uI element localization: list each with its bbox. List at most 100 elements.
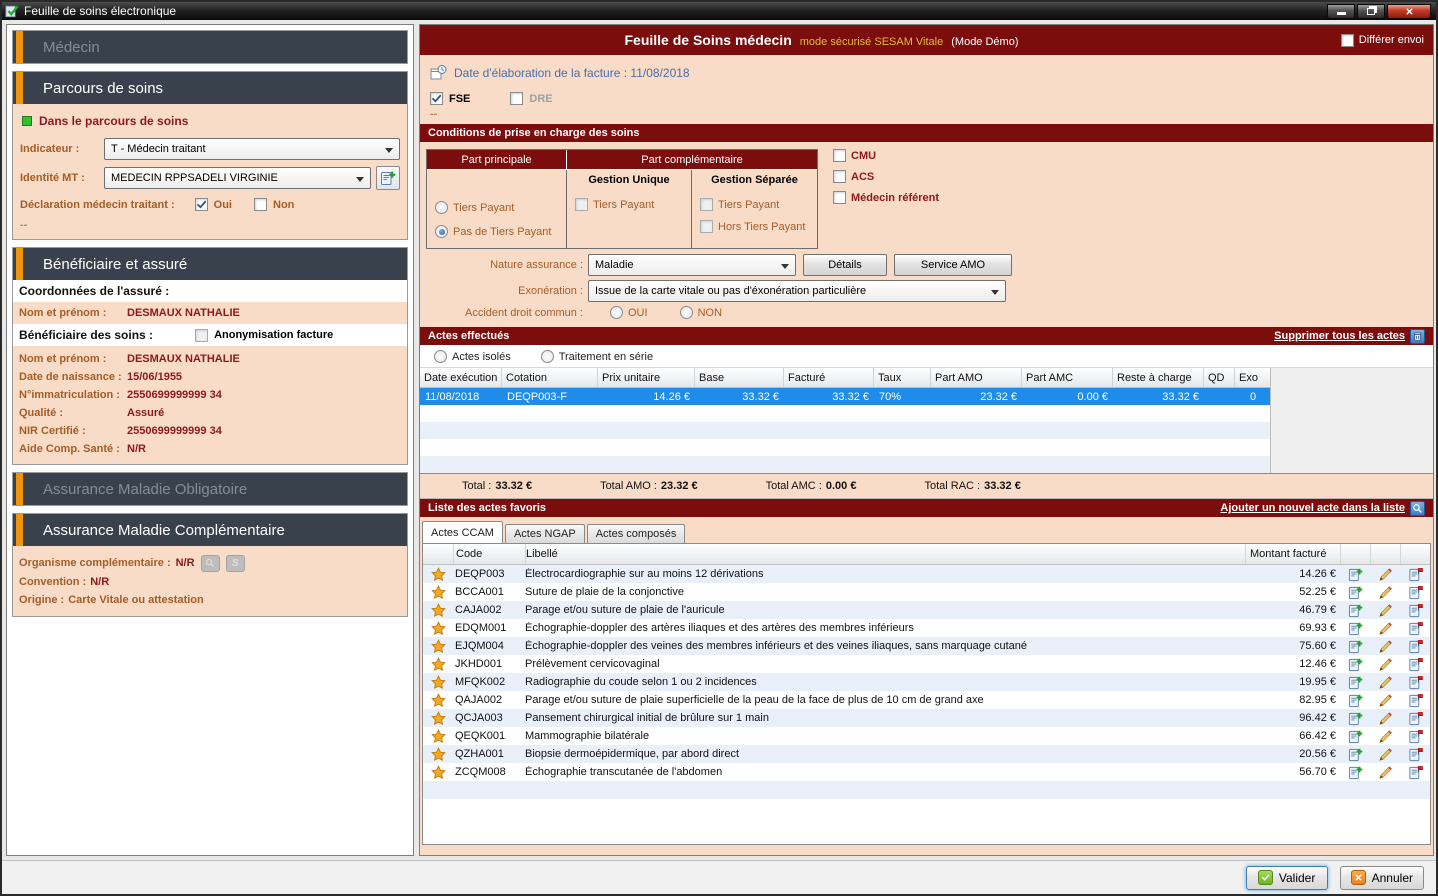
favoris-row[interactable]: EJQM004 Échographie-doppler des veines d… [423, 637, 1430, 655]
add-act-button[interactable] [1340, 747, 1370, 762]
add-act-button[interactable] [1340, 765, 1370, 780]
edit-act-button[interactable] [1370, 675, 1400, 690]
tab-actes-ccam[interactable]: Actes CCAM [422, 521, 503, 543]
flag-act-button[interactable] [1400, 765, 1430, 780]
gu-tiers-payant-checkbox[interactable] [575, 198, 588, 211]
declaration-non-checkbox[interactable] [254, 198, 267, 211]
add-act-button[interactable] [1340, 567, 1370, 582]
col-qd[interactable]: QD [1204, 368, 1235, 387]
favorite-star[interactable] [423, 567, 453, 582]
add-act-button[interactable] [1340, 621, 1370, 636]
add-act-button[interactable] [1340, 729, 1370, 744]
col-code[interactable]: Code [453, 544, 525, 564]
edit-act-button[interactable] [1370, 711, 1400, 726]
favoris-row[interactable]: JKHD001 Prélèvement cervicovaginal 12.46… [423, 655, 1430, 673]
tiers-payant-radio[interactable] [435, 201, 448, 214]
favorite-star[interactable] [423, 639, 453, 654]
add-act-button[interactable] [1340, 711, 1370, 726]
favorite-star[interactable] [423, 711, 453, 726]
differer-envoi-checkbox[interactable] [1341, 34, 1354, 47]
edit-act-button[interactable] [1370, 765, 1400, 780]
favorite-star[interactable] [423, 729, 453, 744]
traitement-serie-radio[interactable] [541, 350, 554, 363]
details-button[interactable]: Détails [803, 254, 887, 276]
ajouter-acte-button[interactable] [1410, 501, 1425, 516]
add-act-button[interactable] [1340, 693, 1370, 708]
favorite-star[interactable] [423, 675, 453, 690]
add-mt-button[interactable] [376, 166, 400, 190]
col-prix-unitaire[interactable]: Prix unitaire [598, 368, 695, 387]
medecin-referent-checkbox[interactable] [833, 191, 846, 204]
edit-act-button[interactable] [1370, 603, 1400, 618]
anonymisation-checkbox[interactable] [195, 329, 208, 342]
exoneration-select[interactable]: Issue de la carte vitale ou pas d'éxonér… [588, 280, 1006, 302]
valider-button[interactable]: Valider [1246, 866, 1328, 890]
flag-act-button[interactable] [1400, 729, 1430, 744]
dre-checkbox[interactable] [510, 92, 523, 105]
organisme-search-button[interactable] [201, 555, 220, 572]
flag-act-button[interactable] [1400, 711, 1430, 726]
col-part-amo[interactable]: Part AMO [931, 368, 1022, 387]
col-cotation[interactable]: Cotation [502, 368, 598, 387]
edit-act-button[interactable] [1370, 639, 1400, 654]
close-button[interactable] [1387, 4, 1431, 19]
tab-actes-composes[interactable]: Actes composés [587, 524, 686, 543]
gs-hors-tiers-payant-checkbox[interactable] [700, 220, 713, 233]
nature-assurance-select[interactable]: Maladie [588, 254, 796, 276]
cmu-checkbox[interactable] [833, 149, 846, 162]
indicateur-select[interactable]: T - Médecin traitant [104, 138, 400, 160]
col-reste-charge[interactable]: Reste à charge [1113, 368, 1204, 387]
organisme-services-button[interactable]: S [226, 555, 245, 572]
favoris-row[interactable]: QEQK001 Mammographie bilatérale 66.42 € [423, 727, 1430, 745]
restore-button[interactable] [1357, 4, 1385, 19]
acs-checkbox[interactable] [833, 170, 846, 183]
favoris-row[interactable]: QZHA001 Biopsie dermoépidermique, par ab… [423, 745, 1430, 763]
col-exo[interactable]: Exo [1235, 368, 1271, 387]
favorite-star[interactable] [423, 657, 453, 672]
edit-act-button[interactable] [1370, 693, 1400, 708]
add-act-button[interactable] [1340, 603, 1370, 618]
favoris-row[interactable]: BCCA001 Suture de plaie de la conjonctiv… [423, 583, 1430, 601]
col-montant[interactable]: Montant facturé [1245, 544, 1340, 564]
favorite-star[interactable] [423, 765, 453, 780]
favoris-row[interactable]: CAJA002 Parage et/ou suture de plaie de … [423, 601, 1430, 619]
identite-mt-select[interactable]: MEDECIN RPPSADELI VIRGINIE [104, 167, 371, 189]
favorite-star[interactable] [423, 621, 453, 636]
col-date-execution[interactable]: Date exécution [420, 368, 502, 387]
favoris-row[interactable]: QCJA003 Pansement chirurgical initial de… [423, 709, 1430, 727]
add-act-button[interactable] [1340, 657, 1370, 672]
supprimer-actes-link[interactable]: Supprimer tous les actes [1274, 330, 1405, 342]
favorite-star[interactable] [423, 747, 453, 762]
flag-act-button[interactable] [1400, 567, 1430, 582]
supprimer-actes-button[interactable] [1410, 329, 1425, 344]
edit-act-button[interactable] [1370, 657, 1400, 672]
col-facture[interactable]: Facturé [784, 368, 874, 387]
flag-act-button[interactable] [1400, 585, 1430, 600]
flag-act-button[interactable] [1400, 675, 1430, 690]
fse-checkbox[interactable] [430, 92, 443, 105]
edit-act-button[interactable] [1370, 621, 1400, 636]
col-taux[interactable]: Taux [874, 368, 931, 387]
favoris-row[interactable]: MFQK002 Radiographie du coude selon 1 ou… [423, 673, 1430, 691]
favoris-row[interactable]: QAJA002 Parage et/ou suture de plaie sup… [423, 691, 1430, 709]
gs-tiers-payant-checkbox[interactable] [700, 198, 713, 211]
flag-act-button[interactable] [1400, 603, 1430, 618]
ajouter-acte-link[interactable]: Ajouter un nouvel acte dans la liste [1220, 502, 1405, 514]
favoris-row[interactable]: ZCQM008 Échographie transcutanée de l'ab… [423, 763, 1430, 781]
declaration-oui-checkbox[interactable] [195, 198, 208, 211]
flag-act-button[interactable] [1400, 747, 1430, 762]
add-act-button[interactable] [1340, 639, 1370, 654]
col-base[interactable]: Base [695, 368, 784, 387]
pas-tiers-payant-radio[interactable] [435, 225, 448, 238]
tab-actes-ngap[interactable]: Actes NGAP [505, 524, 585, 543]
flag-act-button[interactable] [1400, 657, 1430, 672]
flag-act-button[interactable] [1400, 621, 1430, 636]
accident-non-radio[interactable] [680, 306, 693, 319]
add-act-button[interactable] [1340, 675, 1370, 690]
favoris-row[interactable]: DEQP003 Électrocardiographie sur au moin… [423, 565, 1430, 583]
accident-oui-radio[interactable] [610, 306, 623, 319]
acte-row-selected[interactable]: 11/08/2018 DEQP003-F 14.26 € 33.32 € 33.… [420, 388, 1270, 405]
actes-isoles-radio[interactable] [434, 350, 447, 363]
edit-act-button[interactable] [1370, 585, 1400, 600]
edit-act-button[interactable] [1370, 747, 1400, 762]
